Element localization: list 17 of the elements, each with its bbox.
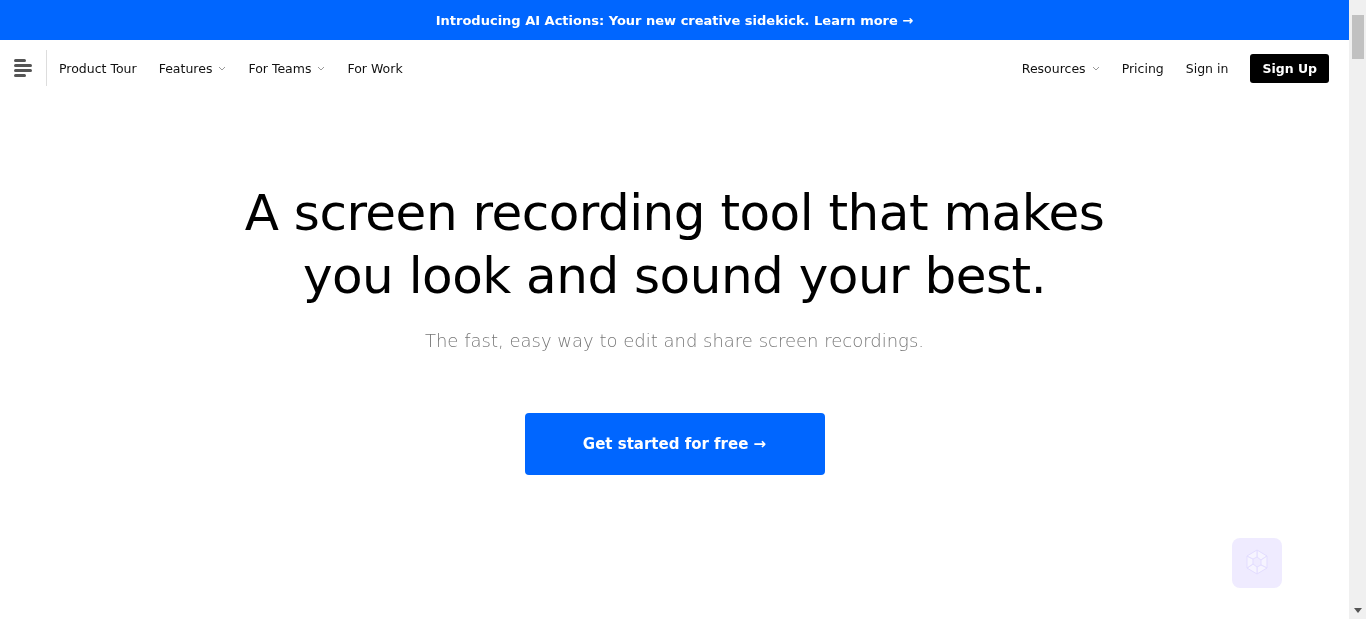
nav-link[interactable]: Product Tour <box>59 60 137 76</box>
nav-link[interactable]: Pricing <box>1121 60 1164 76</box>
hero-title: A screen recording tool that makes you look and sound your best. <box>243 183 1106 307</box>
nav-dropdown[interactable]: Resources <box>1021 60 1100 76</box>
nav-dropdown[interactable]: Features <box>158 60 227 76</box>
scroll-down-icon[interactable] <box>1353 608 1362 613</box>
logo-icon[interactable] <box>14 59 34 77</box>
nav-dropdown[interactable]: For Teams <box>248 60 326 76</box>
sign-up-button[interactable]: Sign Up <box>1250 53 1329 83</box>
nav-link[interactable]: For Work <box>347 60 403 76</box>
get-started-button[interactable]: Get started for free → <box>524 413 825 475</box>
assistant-button[interactable] <box>1232 538 1282 588</box>
scrollbar-thumb[interactable] <box>1351 15 1364 59</box>
announcement-banner[interactable]: Introducing AI Actions: Your new creative sidekick. Learn more → <box>0 0 1349 40</box>
nav-link[interactable]: Sign in <box>1185 60 1229 76</box>
scrollbar[interactable] <box>1349 0 1366 619</box>
hero-subtitle: The fast, easy way to edit and share screen recordings. <box>424 330 925 351</box>
